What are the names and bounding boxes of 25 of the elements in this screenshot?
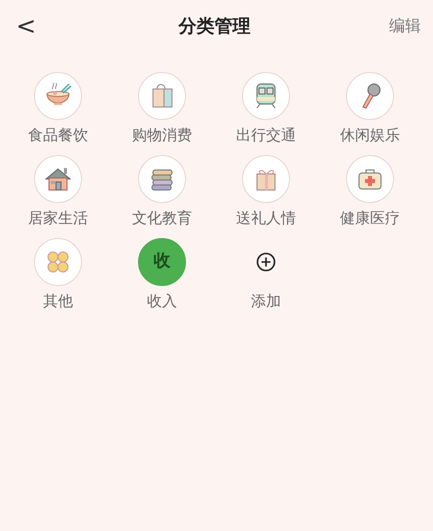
- page-title: 分类管理: [178, 14, 251, 38]
- category-label: 休闲娱乐: [340, 126, 400, 144]
- edit-button[interactable]: 编辑: [388, 14, 421, 38]
- category-icon-circle[interactable]: [138, 155, 186, 203]
- category-label: 健康医疗: [340, 209, 400, 227]
- category-icon-circle[interactable]: [34, 238, 82, 286]
- category-icon-circle[interactable]: [34, 155, 82, 203]
- add-icon[interactable]: [256, 252, 276, 272]
- category-label: 文化教育: [132, 209, 192, 227]
- category-label: 居家生活: [28, 209, 88, 227]
- category-label: 购物消费: [132, 126, 192, 144]
- category-label: 出行交通: [236, 126, 296, 144]
- back-button[interactable]: <: [12, 14, 40, 38]
- category-icon-circle[interactable]: [138, 72, 186, 120]
- category-icon-circle[interactable]: [242, 155, 290, 203]
- category-icon-circle[interactable]: [346, 155, 394, 203]
- category-label: 其他: [43, 292, 73, 310]
- category-icon-circle[interactable]: [346, 72, 394, 120]
- category-label: 食品餐饮: [28, 126, 88, 144]
- category-label: 添加: [251, 292, 281, 310]
- category-label: 收入: [147, 292, 177, 310]
- category-icon-circle[interactable]: [242, 72, 290, 120]
- income-icon[interactable]: 收: [138, 238, 186, 286]
- category-icon-circle[interactable]: [34, 72, 82, 120]
- category-label: 送礼人情: [236, 209, 296, 227]
